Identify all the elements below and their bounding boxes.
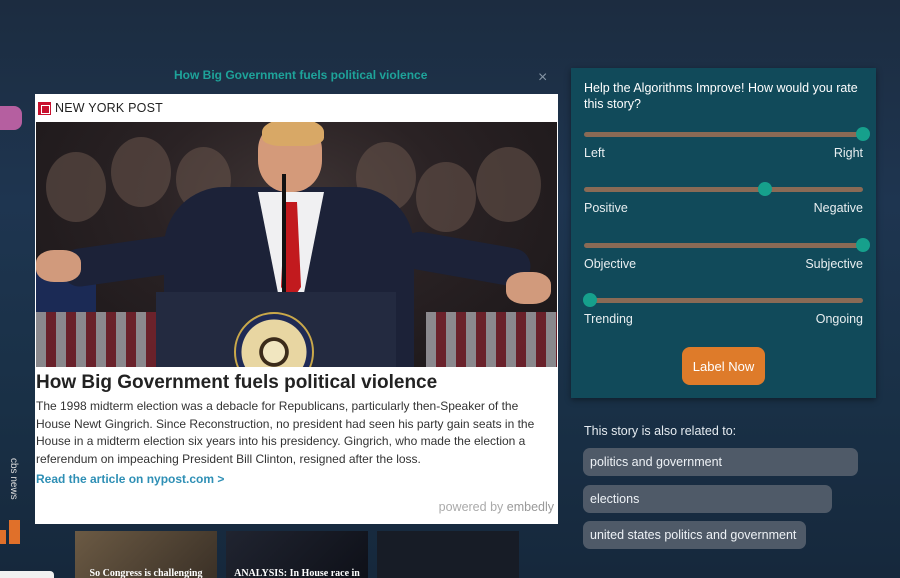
- slider-knob[interactable]: [582, 293, 597, 307]
- article-embed-card: NEW YORK POST How Big Government fuels p…: [35, 94, 558, 524]
- slider-label-left: Left: [584, 146, 605, 160]
- slider-label-subjective: Subjective: [805, 257, 863, 271]
- label-now-button[interactable]: Label Now: [682, 347, 765, 385]
- side-pill-button[interactable]: [0, 106, 22, 130]
- close-icon[interactable]: ×: [538, 70, 547, 86]
- publisher-name: NEW YORK POST: [55, 101, 163, 115]
- slider-label-ongoing: Ongoing: [815, 312, 863, 326]
- read-article-link[interactable]: Read the article on nypost.com >: [36, 472, 558, 486]
- thumbnail-card[interactable]: ANALYSIS: In House race in: [226, 531, 368, 578]
- embedly-brand: embedly: [506, 500, 554, 514]
- slider-positive-negative[interactable]: [584, 182, 863, 196]
- article-hero-image[interactable]: [36, 122, 557, 367]
- slider-label-negative: Negative: [813, 201, 863, 215]
- thumbnail-card[interactable]: So Congress is challenging: [75, 531, 217, 578]
- slider-knob[interactable]: [856, 127, 870, 141]
- rating-question: Help the Algorithms Improve! How would y…: [584, 81, 858, 111]
- slider-label-right: Right: [833, 146, 863, 160]
- slider-label-positive: Positive: [584, 201, 628, 215]
- thumbnail-caption: So Congress is challenging: [89, 568, 203, 578]
- related-title: This story is also related to:: [584, 424, 737, 438]
- slider-trending-ongoing[interactable]: [582, 293, 863, 307]
- rating-panel: Help the Algorithms Improve! How would y…: [571, 68, 876, 398]
- topic-chip[interactable]: elections: [583, 485, 832, 513]
- side-bar-chart-icon: [0, 520, 22, 544]
- slider-knob[interactable]: [758, 182, 773, 196]
- side-vertical-label: cbs news: [8, 458, 19, 500]
- thumbnail-card[interactable]: [377, 531, 519, 578]
- slider-objective-subjective[interactable]: [584, 238, 870, 252]
- slider-label-objective: Objective: [584, 257, 637, 271]
- slider-left-right[interactable]: [584, 127, 870, 141]
- nypost-logo-icon: [38, 101, 51, 115]
- card-header: NEW YORK POST: [35, 94, 558, 122]
- popup-title: How Big Government fuels political viole…: [174, 68, 428, 82]
- bottom-left-tab[interactable]: [0, 571, 54, 578]
- slider-knob[interactable]: [856, 238, 870, 252]
- topic-chip[interactable]: united states politics and government: [583, 521, 806, 549]
- thumbnail-caption: ANALYSIS: In House race in: [234, 568, 360, 578]
- article-headline[interactable]: How Big Government fuels political viole…: [36, 372, 558, 394]
- article-summary: The 1998 midterm election was a debacle …: [36, 399, 535, 466]
- powered-by-embedly[interactable]: powered by embedly: [439, 500, 554, 514]
- topic-chip[interactable]: politics and government: [583, 448, 858, 476]
- slider-label-trending: Trending: [584, 312, 633, 326]
- powered-by-label: powered by: [438, 500, 504, 514]
